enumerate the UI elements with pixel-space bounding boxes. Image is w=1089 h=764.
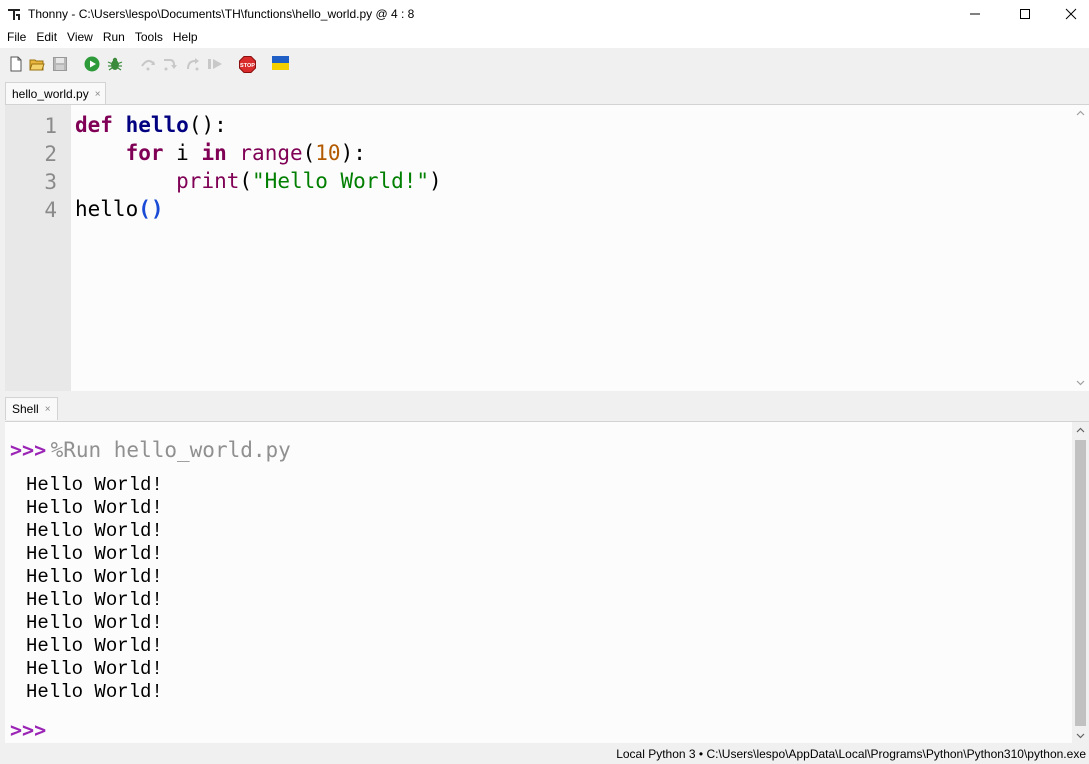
menu-bar: File Edit View Run Tools Help — [0, 27, 1089, 48]
keyword: for — [125, 141, 164, 165]
step-over-icon[interactable] — [140, 56, 156, 72]
output-line: Hello World! — [26, 635, 163, 657]
line-number-gutter: 1 2 3 4 — [5, 105, 71, 391]
code-area[interactable]: def hello(): for i in range(10): print("… — [75, 105, 1072, 391]
save-icon[interactable] — [52, 56, 68, 72]
shell-prompt: >>> — [10, 718, 47, 742]
status-bar: Local Python 3 • C:\Users\lespo\AppData\… — [0, 743, 1089, 764]
menu-tools[interactable]: Tools — [130, 27, 168, 48]
ukraine-flag-icon[interactable] — [272, 56, 289, 72]
menu-view[interactable]: View — [62, 27, 98, 48]
resume-icon[interactable] — [207, 56, 223, 72]
scroll-down-icon[interactable] — [1072, 374, 1089, 391]
svg-text:STOP: STOP — [240, 63, 255, 69]
output-line: Hello World! — [26, 612, 163, 634]
menu-edit[interactable]: Edit — [31, 27, 62, 48]
minimize-icon — [970, 13, 980, 14]
line-number: 4 — [44, 198, 57, 222]
code-text: ): — [340, 141, 366, 165]
output-line: Hello World! — [26, 543, 163, 565]
editor-tab-strip: hello_world.py × — [0, 80, 1089, 105]
string-literal: "Hello World!" — [252, 169, 430, 193]
code-text: i — [163, 141, 202, 165]
window-title: Thonny - C:\Users\lespo\Documents\TH\fun… — [28, 6, 415, 21]
scroll-down-icon[interactable] — [1072, 727, 1089, 744]
debug-icon[interactable] — [107, 56, 123, 72]
shell-command: %Run hello_world.py — [50, 438, 291, 462]
menu-help[interactable]: Help — [168, 27, 203, 48]
keyword: in — [201, 141, 227, 165]
title-bar: Thonny - C:\Users\lespo\Documents\TH\fun… — [0, 0, 1089, 27]
code-text: hello — [75, 197, 139, 221]
code-line-2: for i in range(10): — [75, 141, 366, 165]
code-text: (): — [188, 113, 227, 137]
output-line: Hello World! — [26, 658, 163, 680]
editor-scrollbar[interactable] — [1072, 105, 1089, 391]
tab-shell[interactable]: Shell × — [5, 397, 58, 420]
shell-prompt: >>> — [10, 438, 47, 462]
shell-content[interactable]: >>> %Run hello_world.py Hello World! Hel… — [10, 422, 1069, 743]
code-text: ) — [429, 169, 442, 193]
shell-panel[interactable]: >>> %Run hello_world.py Hello World! Hel… — [5, 421, 1089, 744]
code-text: ( — [302, 141, 316, 165]
open-file-icon[interactable] — [29, 56, 45, 72]
tab-close-icon[interactable]: × — [95, 89, 101, 100]
toolbar: STOP — [0, 48, 1089, 80]
tab-label: Shell — [12, 402, 39, 416]
output-line: Hello World! — [26, 681, 163, 703]
step-into-icon[interactable] — [162, 56, 178, 72]
menu-run[interactable]: Run — [98, 27, 130, 48]
shell-scrollbar[interactable] — [1072, 422, 1089, 744]
code-text: ( — [239, 169, 253, 193]
scroll-up-icon[interactable] — [1072, 422, 1089, 439]
shell-input-line[interactable]: >>> — [10, 718, 46, 742]
thonny-window: Thonny - C:\Users\lespo\Documents\TH\fun… — [0, 0, 1089, 764]
close-button[interactable] — [1048, 0, 1089, 27]
step-out-icon[interactable] — [185, 56, 201, 72]
line-number: 2 — [44, 142, 57, 166]
maximize-icon — [1020, 8, 1030, 19]
output-line: Hello World! — [26, 474, 163, 496]
maximize-button[interactable] — [1002, 0, 1048, 27]
scrollbar-thumb[interactable] — [1075, 440, 1086, 726]
function-name: hello — [125, 113, 189, 137]
scroll-up-icon[interactable] — [1072, 105, 1089, 122]
output-line: Hello World! — [26, 566, 163, 588]
output-line: Hello World! — [26, 497, 163, 519]
number-literal: 10 — [315, 141, 341, 165]
line-number: 1 — [44, 114, 57, 138]
code-line-1: def hello(): — [75, 113, 227, 137]
code-line-3: print("Hello World!") — [75, 169, 442, 193]
new-file-icon[interactable] — [8, 56, 24, 72]
line-number: 3 — [44, 170, 57, 194]
interpreter-status[interactable]: Local Python 3 • C:\Users\lespo\AppData\… — [616, 747, 1086, 761]
output-line: Hello World! — [26, 589, 163, 611]
code-editor[interactable]: 1 2 3 4 def hello(): for i in range(10):… — [5, 104, 1089, 391]
code-line-4: hello() — [75, 197, 164, 221]
menu-file[interactable]: File — [2, 27, 31, 48]
stop-icon[interactable]: STOP — [239, 56, 256, 73]
output-line: Hello World! — [26, 520, 163, 542]
run-icon[interactable] — [84, 56, 100, 72]
builtin: range — [239, 141, 303, 165]
minimize-button[interactable] — [952, 0, 998, 27]
matched-parens: () — [138, 197, 164, 221]
builtin: print — [176, 169, 240, 193]
thonny-logo-icon — [7, 7, 21, 21]
close-icon — [1065, 8, 1077, 19]
tab-close-icon[interactable]: × — [45, 404, 51, 415]
shell-command-line: >>> %Run hello_world.py — [10, 438, 291, 462]
keyword: def — [75, 113, 113, 137]
tab-label: hello_world.py — [12, 87, 89, 101]
tab-hello-world[interactable]: hello_world.py × — [5, 82, 106, 105]
shell-tab-strip: Shell × — [0, 395, 1089, 421]
